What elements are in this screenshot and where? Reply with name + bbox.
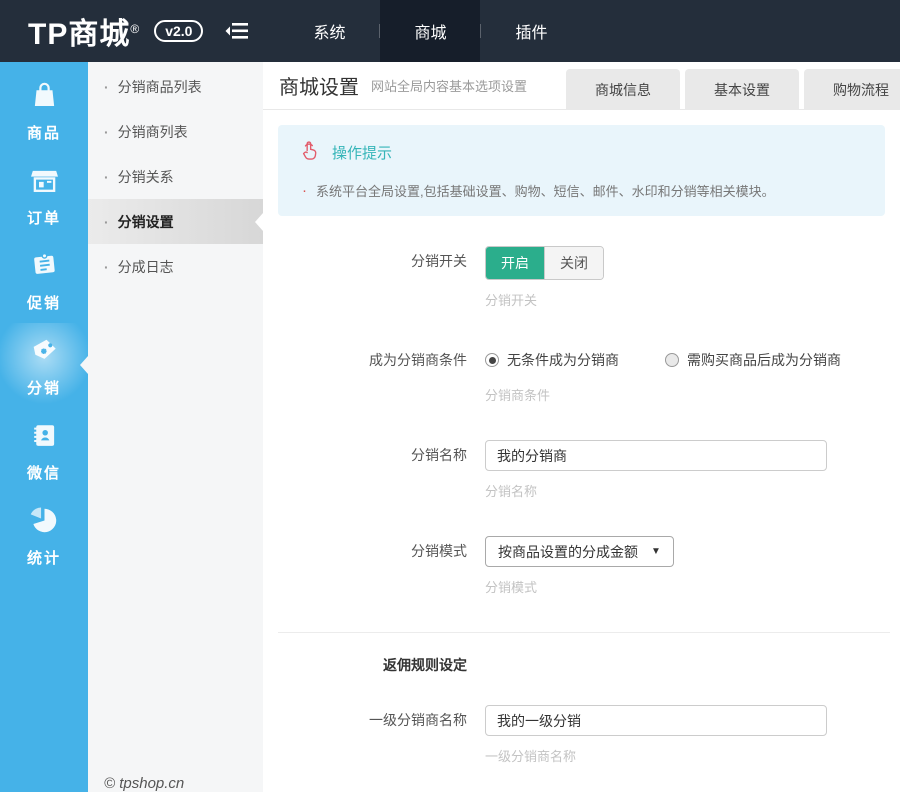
bullet: ·: [104, 213, 109, 230]
select-value: 按商品设置的分成金额: [498, 543, 638, 560]
submenu-item-distributor-list[interactable]: · 分销商列表: [88, 109, 263, 154]
nav-item-system[interactable]: 系统: [279, 0, 379, 62]
top-nav: 系统 商城 插件: [279, 0, 581, 62]
tips-title: 操作提示: [332, 144, 393, 162]
submenu-item-distribution-goods-list[interactable]: · 分销商品列表: [88, 64, 263, 109]
field-helper: 分销模式: [485, 580, 538, 595]
field-helper: 一级分销商名称: [485, 749, 577, 764]
field-helper: 分销名称: [485, 484, 538, 499]
tab-shopping-flow[interactable]: 购物流程: [804, 69, 900, 110]
nav-item-plugins[interactable]: 插件: [481, 0, 581, 62]
field-helper: 分销开关: [485, 293, 538, 308]
toggle-on-option[interactable]: 开启: [486, 247, 544, 279]
sidebar-item-orders[interactable]: 订单: [0, 153, 88, 238]
field-label: 一级分销商名称: [369, 712, 467, 728]
promotion-board-icon: [28, 249, 61, 292]
operation-tips-box: 操作提示 · 系统平台全局设置,包括基础设置、购物、短信、邮件、水印和分销等相关…: [278, 125, 885, 216]
distribution-tag-icon: [28, 334, 61, 377]
sidebar-item-stats[interactable]: 统计: [0, 493, 88, 578]
sidebar-item-distribution[interactable]: 分销: [0, 323, 88, 408]
submenu-item-distribution-settings[interactable]: · 分销设置: [88, 199, 263, 244]
level1-distributor-name-input[interactable]: [485, 705, 827, 736]
topbar: TP商城® v2.0 系统 商城 插件: [0, 0, 900, 62]
orders-store-icon: [28, 164, 61, 207]
stats-pie-icon: [28, 504, 61, 547]
form-row-distribution-name: 分销名称 分销名称: [263, 440, 900, 500]
field-helper: 分销商条件: [485, 388, 551, 403]
hand-pointer-icon: [298, 139, 320, 165]
bullet: ·: [104, 78, 109, 95]
tips-text: 系统平台全局设置,包括基础设置、购物、短信、邮件、水印和分销等相关模块。: [316, 184, 775, 199]
radio-option-unconditional[interactable]: 无条件成为分销商: [485, 350, 619, 370]
sidebar-item-promotion[interactable]: 促销: [0, 238, 88, 323]
sidebar-item-goods[interactable]: 商品: [0, 68, 88, 153]
radio-option-after-purchase[interactable]: 需购买商品后成为分销商: [665, 350, 841, 370]
submenu-item-distribution-relations[interactable]: · 分销关系: [88, 154, 263, 199]
form-row-distribution-switch: 分销开关 开启 关闭 分销开关: [263, 246, 900, 309]
bullet: ·: [104, 123, 109, 140]
submenu-item-commission-log[interactable]: · 分成日志: [88, 244, 263, 289]
distributor-condition-radio-group: 无条件成为分销商 需购买商品后成为分销商: [485, 345, 841, 375]
tab-basic-settings[interactable]: 基本设置: [685, 69, 799, 110]
content-area: 商城设置 网站全局内容基本选项设置 商城信息 基本设置 购物流程 操作提示 · …: [263, 62, 900, 792]
distribution-mode-select[interactable]: 按商品设置的分成金额 ▼: [485, 536, 674, 567]
field-label: 成为分销商条件: [369, 352, 467, 368]
page-subtitle: 网站全局内容基本选项设置: [371, 79, 528, 94]
bullet: ·: [104, 168, 109, 185]
goods-bag-icon: [28, 79, 61, 122]
distribution-switch-toggle[interactable]: 开启 关闭: [485, 246, 604, 280]
app-logo: TP商城®: [28, 18, 141, 51]
form-row-distribution-mode: 分销模式 按商品设置的分成金额 ▼ 分销模式: [263, 536, 900, 596]
distribution-name-input[interactable]: [485, 440, 827, 471]
distribution-settings-form: 分销开关 开启 关闭 分销开关 成为分销商条件 无条件成为分销商 需购买商品后成…: [263, 216, 900, 792]
toggle-off-option[interactable]: 关闭: [544, 247, 603, 279]
wechat-book-icon: [28, 419, 61, 462]
field-label: 分销名称: [411, 447, 467, 463]
content-header: 商城设置 网站全局内容基本选项设置 商城信息 基本设置 购物流程: [263, 62, 900, 110]
bullet: ·: [104, 258, 109, 275]
form-row-distributor-condition: 成为分销商条件 无条件成为分销商 需购买商品后成为分销商 分销商条件: [263, 345, 900, 404]
field-label: 分销模式: [411, 543, 467, 559]
version-badge: v2.0: [154, 20, 204, 42]
radio-unselected-icon[interactable]: [665, 353, 679, 367]
registered-mark: ®: [130, 22, 141, 36]
field-label: 分销开关: [411, 253, 467, 269]
form-row-level1-distributor-name: 一级分销商名称 一级分销商名称: [263, 705, 900, 765]
menu-collapse-icon[interactable]: [225, 22, 249, 40]
submenu-sidebar: · 分销商品列表 · 分销商列表 · 分销关系 · 分销设置 · 分成日志 © …: [88, 62, 263, 792]
sidebar-item-wechat[interactable]: 微信: [0, 408, 88, 493]
settings-tabs: 商城信息 基本设置 购物流程: [566, 69, 900, 110]
rebate-rules-section-title: 返佣规则设定: [383, 657, 467, 673]
page-title: 商城设置: [279, 77, 359, 99]
nav-item-mall[interactable]: 商城: [380, 0, 481, 62]
radio-selected-icon[interactable]: [485, 353, 499, 367]
chevron-down-icon: ▼: [651, 546, 661, 557]
copyright-footer: © tpshop.cn: [104, 775, 185, 792]
main-sidebar: 商品 订单 促销 分销 微信 统计: [0, 62, 88, 792]
section-divider: [278, 632, 890, 633]
tips-bullet: ·: [302, 182, 307, 199]
tab-mall-info[interactable]: 商城信息: [566, 69, 680, 110]
